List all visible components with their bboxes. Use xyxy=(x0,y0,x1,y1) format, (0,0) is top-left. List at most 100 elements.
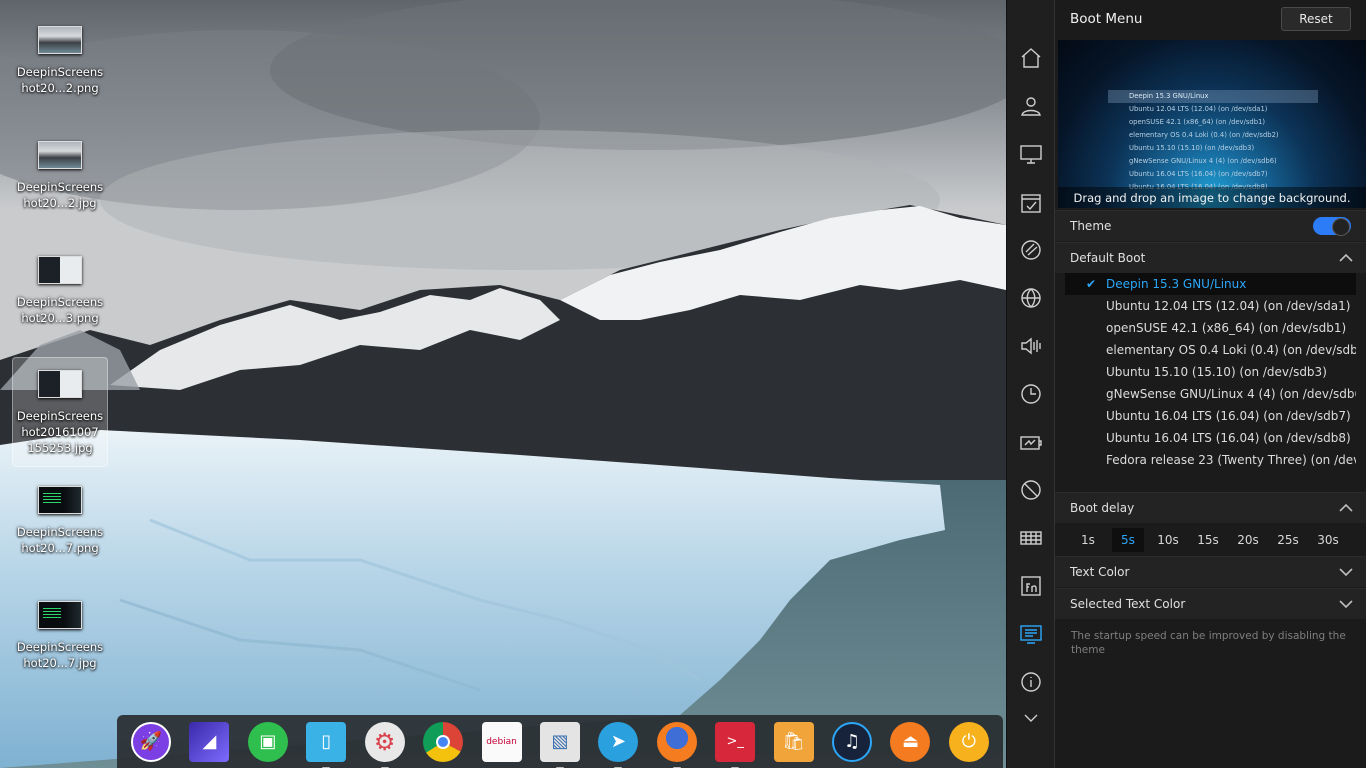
store-bag-icon[interactable]: 🛍 xyxy=(773,721,814,762)
boot-entry[interactable]: Ubuntu 16.04 LTS (16.04) (on /dev/sdb7) xyxy=(1065,405,1356,427)
page-title: Boot Menu xyxy=(1070,11,1143,27)
file-name-line2: hot20...3.png xyxy=(21,311,99,325)
checkmark-icon: ✔ xyxy=(1086,277,1097,291)
launcher-icon[interactable]: 🚀 xyxy=(131,721,171,762)
boot-background-preview[interactable]: Deepin 15.3 GNU/Linux Ubuntu 12.04 LTS (… xyxy=(1058,40,1366,208)
file-name-line1: DeepinScreens xyxy=(16,295,104,309)
preview-entry: Ubuntu 16.04 LTS (16.04) (on /dev/sdb7) xyxy=(1129,170,1268,178)
preview-entry: Ubuntu 15.10 (15.10) (on /dev/sdb3) xyxy=(1129,144,1255,152)
file-name-line2: hot20...2.png xyxy=(21,81,99,95)
chrome-icon[interactable] xyxy=(423,721,464,762)
theme-toggle[interactable] xyxy=(1313,217,1351,236)
network-icon[interactable] xyxy=(1017,284,1045,312)
debian-icon[interactable]: debian xyxy=(481,721,522,762)
firefox-icon[interactable] xyxy=(656,721,697,768)
selected-text-color-label: Selected Text Color xyxy=(1070,597,1186,611)
delay-option[interactable]: 25s xyxy=(1272,528,1304,552)
desktop-file-icon[interactable]: DeepinScreens hot20...7.png xyxy=(12,486,108,556)
desktop-wallpaper xyxy=(0,0,1006,768)
terminal-icon[interactable]: >_ xyxy=(715,721,756,768)
boot-menu-panel: Boot Menu Reset Deepin 15.3 GNU/Linux Ub… xyxy=(1055,0,1366,768)
desktop-file-icon[interactable]: DeepinScreens hot20...2.jpg xyxy=(12,141,108,211)
delay-option[interactable]: 10s xyxy=(1152,528,1184,552)
boot-entry[interactable]: Ubuntu 15.10 (15.10) (on /dev/sdb3) xyxy=(1065,361,1356,383)
desktop-file-icon[interactable]: DeepinScreens hot20...3.png xyxy=(12,256,108,326)
file-name-line1: DeepinScreens xyxy=(16,525,104,539)
boot-delay-label: Boot delay xyxy=(1070,501,1135,515)
boot-entry[interactable]: Ubuntu 12.04 LTS (12.04) (on /dev/sda1) xyxy=(1065,295,1356,317)
eject-icon[interactable]: ⏏ xyxy=(890,721,931,762)
image-viewer-icon[interactable]: ▧ xyxy=(539,721,580,768)
file-name-line1: DeepinScreens xyxy=(16,640,104,654)
image-thumbnail xyxy=(38,601,82,629)
telegram-icon[interactable]: ➤ xyxy=(598,721,639,768)
boot-entry-selected[interactable]: ✔ Deepin 15.3 GNU/Linux xyxy=(1065,273,1356,295)
delay-option[interactable]: 15s xyxy=(1192,528,1224,552)
image-thumbnail xyxy=(38,26,82,54)
dock: 🚀 ◢ ▣ ▯ ⚙ debian ▧ ➤ >_ 🛍 ♫ ⏏ ⏻ xyxy=(117,715,1003,768)
chevron-down-icon xyxy=(1339,566,1353,578)
delay-option-selected[interactable]: 5s xyxy=(1112,527,1144,552)
settings-icon[interactable]: ⚙ xyxy=(364,721,405,768)
deepin-store-icon[interactable]: ▯ xyxy=(306,721,347,768)
default-apps-icon[interactable] xyxy=(1017,189,1045,217)
file-name-line2: hot20...7.png xyxy=(21,541,99,555)
image-thumbnail xyxy=(38,370,82,398)
boot-entry[interactable]: elementary OS 0.4 Loki (0.4) (on /dev/sd… xyxy=(1065,339,1356,361)
panel-header: Boot Menu Reset xyxy=(1055,0,1366,38)
home-icon[interactable] xyxy=(1017,44,1045,72)
file-name-line1: DeepinScreens xyxy=(16,180,104,194)
music-icon[interactable]: ♫ xyxy=(832,721,873,762)
desktop-file-icon[interactable]: DeepinScreens hot20...7.jpg xyxy=(12,601,108,671)
image-thumbnail xyxy=(38,141,82,169)
keyboard-icon[interactable] xyxy=(1017,524,1045,552)
desktop-file-icon-selected[interactable]: DeepinScreens hot20161007 155253.jpg xyxy=(12,357,108,467)
preview-entry: gNewSense GNU/Linux 4 (4) (on /dev/sdb6) xyxy=(1129,157,1277,165)
chevron-up-icon xyxy=(1339,502,1353,514)
preview-boot-list: Deepin 15.3 GNU/Linux Ubuntu 12.04 LTS (… xyxy=(1108,90,1318,194)
wallpaper-landscape xyxy=(0,0,1006,768)
personalization-icon[interactable] xyxy=(1017,236,1045,264)
delay-option[interactable]: 20s xyxy=(1232,528,1264,552)
power-icon[interactable] xyxy=(1017,429,1045,457)
boot-menu-icon[interactable] xyxy=(1017,620,1045,648)
text-color-row[interactable]: Text Color xyxy=(1055,556,1366,587)
boot-entry[interactable]: Fedora release 23 (Twenty Three) (on /de… xyxy=(1065,449,1356,471)
default-boot-header[interactable]: Default Boot xyxy=(1055,242,1366,273)
reset-button[interactable]: Reset xyxy=(1281,7,1351,31)
preview-entry: openSUSE 42.1 (x86_64) (on /dev/sdb1) xyxy=(1129,118,1266,126)
desktop-file-icon[interactable]: DeepinScreens hot20...2.png xyxy=(12,26,108,96)
boot-entry-label: Deepin 15.3 GNU/Linux xyxy=(1106,277,1247,291)
control-center-nav xyxy=(1006,0,1055,768)
fn-icon[interactable] xyxy=(1017,572,1045,600)
default-boot-list: ✔ Deepin 15.3 GNU/Linux Ubuntu 12.04 LTS … xyxy=(1065,273,1356,489)
debian-label: debian xyxy=(486,736,517,747)
preview-entry: Ubuntu 12.04 LTS (12.04) (on /dev/sda1) xyxy=(1129,105,1268,113)
display-icon[interactable] xyxy=(1017,140,1045,168)
boot-entry[interactable]: openSUSE 42.1 (x86_64) (on /dev/sdb1) xyxy=(1065,317,1356,339)
multitasking-icon[interactable]: ◢ xyxy=(189,721,230,762)
startup-speed-note: The startup speed can be improved by dis… xyxy=(1071,630,1346,656)
drag-drop-hint: Drag and drop an image to change backgro… xyxy=(1058,187,1366,208)
boot-entry[interactable]: Ubuntu 16.04 LTS (16.04) (on /dev/sdb8) xyxy=(1065,427,1356,449)
delay-option[interactable]: 30s xyxy=(1312,528,1344,552)
sound-icon[interactable] xyxy=(1017,332,1045,360)
delay-option[interactable]: 1s xyxy=(1072,528,1104,552)
default-boot-label: Default Boot xyxy=(1070,251,1146,265)
boot-delay-header[interactable]: Boot delay xyxy=(1055,492,1366,523)
boot-entry[interactable]: gNewSense GNU/Linux 4 (4) (on /dev/sdb6) xyxy=(1065,383,1356,405)
selected-text-color-row[interactable]: Selected Text Color xyxy=(1055,588,1366,619)
file-name-line2: hot20...7.jpg xyxy=(23,656,97,670)
more-icon[interactable] xyxy=(1017,704,1045,732)
boot-delay-options: 1s 5s 10s 15s 20s 25s 30s xyxy=(1055,524,1366,555)
image-thumbnail xyxy=(38,256,82,284)
file-manager-icon[interactable]: ▣ xyxy=(247,721,288,762)
power-icon[interactable]: ⏻ xyxy=(948,721,989,762)
preview-entry: Deepin 15.3 GNU/Linux xyxy=(1108,90,1318,103)
file-name-line1: DeepinScreens xyxy=(16,409,104,423)
mouse-icon[interactable] xyxy=(1017,476,1045,504)
info-icon[interactable] xyxy=(1017,668,1045,696)
chevron-up-icon xyxy=(1339,252,1353,264)
datetime-icon[interactable] xyxy=(1017,380,1045,408)
accounts-icon[interactable] xyxy=(1017,92,1045,120)
